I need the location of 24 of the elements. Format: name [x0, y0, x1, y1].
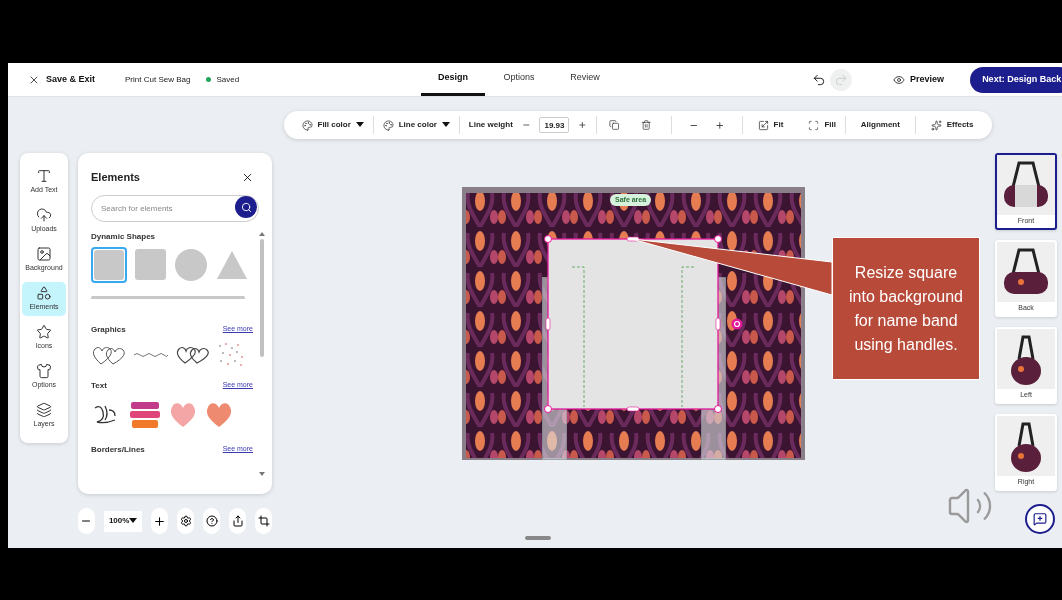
zoom-select[interactable]: 100%: [103, 510, 143, 532]
tab[interactable]: Review: [553, 63, 618, 96]
panel-title: Elements: [91, 170, 140, 185]
line-color-button[interactable]: Line color: [382, 119, 450, 131]
section-title: Graphics: [91, 323, 126, 336]
section-title: Text: [91, 379, 107, 392]
fill-button[interactable]: Fill: [808, 119, 836, 131]
tab[interactable]: Options: [487, 63, 552, 96]
save-status: Saved: [216, 73, 240, 86]
line-weight-field[interactable]: 19.93: [539, 117, 570, 133]
alignment-button[interactable]: Alignment: [860, 119, 900, 131]
search-field[interactable]: Search for elements: [91, 194, 259, 222]
section-title: Borders/Lines: [91, 443, 145, 456]
tab[interactable]: Design: [421, 63, 486, 96]
callout-text: Resize square into background for name band using handles.: [848, 262, 964, 355]
next-button[interactable]: Next: Design Back: [970, 66, 1062, 93]
project-name: Print Cut Sew Bag: [125, 73, 191, 86]
fit-button[interactable]: Fit: [757, 119, 784, 131]
fill-color-button[interactable]: Fill color: [301, 119, 364, 131]
section-title: Dynamic Shapes: [91, 230, 157, 243]
save-exit-button[interactable]: Save & Exit: [28, 72, 96, 87]
effects-button[interactable]: Effects: [930, 119, 974, 131]
line-weight-label: Line weight: [468, 119, 513, 131]
preview-button[interactable]: Preview: [893, 72, 945, 87]
